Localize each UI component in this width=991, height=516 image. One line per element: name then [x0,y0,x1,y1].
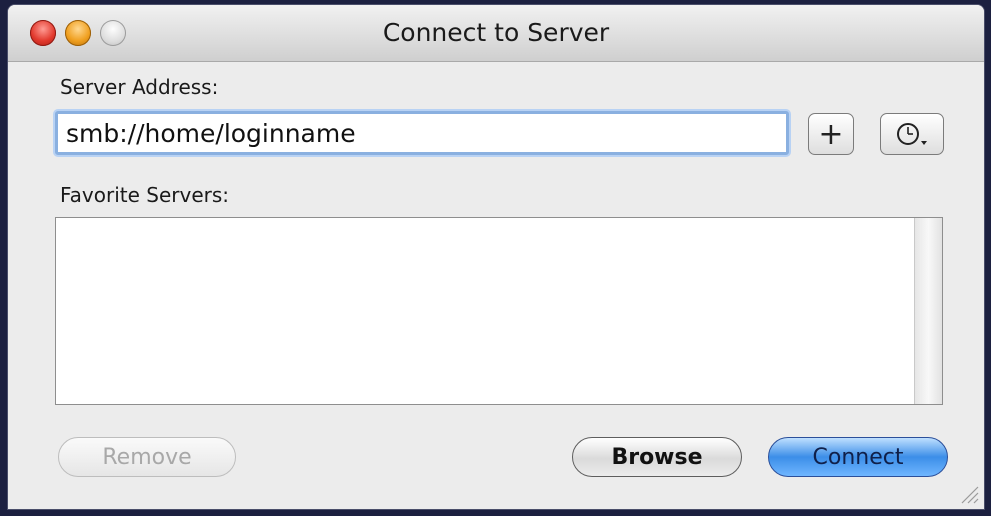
window-title: Connect to Server [382,18,610,47]
list-scrollbar[interactable] [914,218,942,404]
browse-button[interactable]: Browse [572,437,742,477]
chevron-down-icon [921,141,927,145]
favorite-servers-list[interactable] [55,217,943,405]
add-button-label: + [818,116,844,152]
connect-button[interactable]: Connect [768,437,948,477]
server-address-input[interactable] [55,111,789,155]
remove-button[interactable]: Remove [58,437,236,477]
connect-to-server-window: Connect to Server Server Address: + Favo… [8,5,984,509]
recent-servers-button[interactable] [880,113,944,155]
add-favorite-button[interactable]: + [808,113,854,155]
server-address-label: Server Address: [60,75,219,99]
clock-icon [897,123,927,145]
favorite-servers-label: Favorite Servers: [60,183,230,207]
title-bar[interactable]: Connect to Server [8,5,984,62]
resize-grip-icon[interactable] [958,483,980,505]
